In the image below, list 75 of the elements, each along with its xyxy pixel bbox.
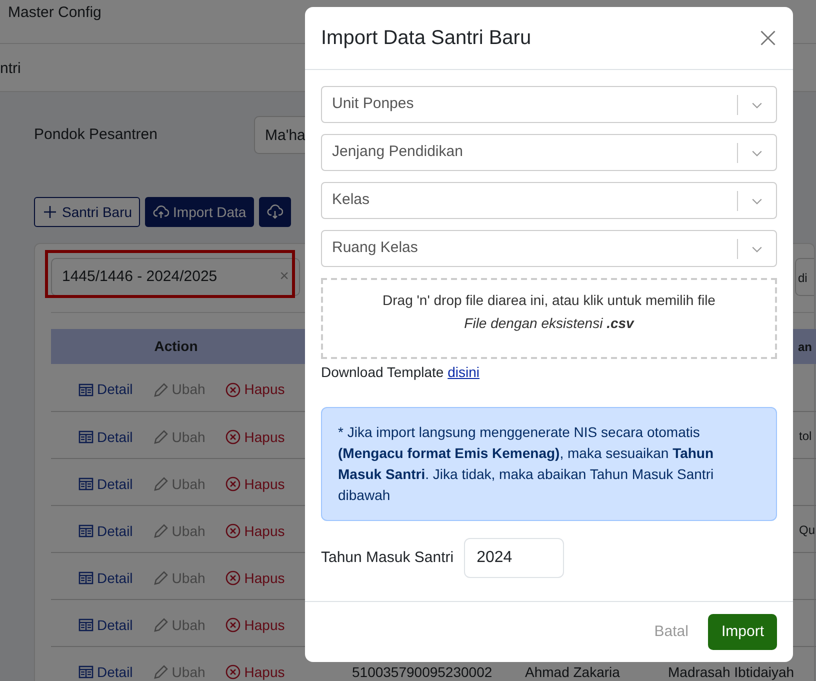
delete-link[interactable]: Hapus [225,379,285,400]
file-type-hint: File dengan eksistensi .csv [463,314,636,333]
pencil-icon [152,570,169,586]
download-link[interactable]: disini [448,364,480,380]
info-alert: * Jika import langsung menggenerate NIS secara otomatis (Mengacu format Emis Kemenag), maka sesuaikan Tahun Masuk Santri. Jika tidak, maka abaikan Tahun Masuk Santri dibawah [321,407,777,521]
import-button[interactable]: Import [708,614,777,650]
clear-icon: × [280,265,289,289]
detail-link[interactable]: Detail [78,474,133,494]
circle-x-icon [225,664,242,680]
pencil-icon [152,617,169,633]
file-dropzone[interactable]: Drag 'n' drop file diarea ini, atau klik untuk memilih file File dengan eksistensi .csv [321,278,777,359]
cloud-download-icon [267,204,284,220]
cloud-upload-icon [153,204,170,220]
table-icon [78,617,94,633]
detail-link[interactable]: Detail [78,379,133,400]
pencil-icon [152,429,169,445]
detail-link[interactable]: Detail [78,426,133,448]
breadcrumb-text: ntri [0,60,21,77]
table-cell: Qu [797,505,816,552]
edit-link[interactable]: Ubah [152,474,206,494]
delete-link[interactable]: Hapus [225,520,285,542]
circle-x-icon [225,523,242,539]
table-cell: tol [797,411,816,458]
table-icon [78,523,94,539]
pencil-icon [152,664,169,680]
edit-link[interactable]: Ubah [152,520,206,542]
pencil-icon [152,476,169,492]
plus-icon [42,204,58,220]
edit-link[interactable]: Ubah [152,426,206,448]
circle-x-icon [225,382,242,398]
table-icon [78,382,94,398]
delete-link[interactable]: Hapus [225,426,285,448]
year-select[interactable]: 1445/1446 - 2024/2025 × [51,258,300,296]
filter-select[interactable]: di [795,258,814,296]
field-label: Tahun Masuk Santri [321,548,454,568]
circle-x-icon [225,570,242,586]
year-input[interactable]: 2024 [464,538,564,578]
cancel-button[interactable]: Batal [654,614,688,650]
toolbar-button[interactable]: Import Data [145,197,254,227]
filter-label: Pondok Pesantren [34,124,158,145]
table-icon [78,429,94,445]
circle-x-icon [225,476,242,492]
dropdown-field[interactable]: Ruang Kelas [321,230,777,267]
icon-button[interactable] [259,197,292,227]
circle-x-icon [225,617,242,633]
column-header: Action [51,329,301,364]
download-text: Download Template [321,364,444,380]
dropdown-field[interactable]: Jenjang Pendidikan [321,134,777,171]
edit-link[interactable]: Ubah [152,568,206,588]
dropzone-text: Drag 'n' drop file diarea ini, atau klik untuk memilih file [382,291,716,310]
delete-link[interactable]: Hapus [225,662,285,681]
toolbar-button[interactable]: Santri Baru [34,197,140,227]
select-value: 1445/1446 - 2024/2025 [62,266,218,287]
close-icon [759,28,777,47]
delete-link[interactable]: Hapus [225,614,285,636]
detail-link[interactable]: Detail [78,568,133,588]
column-header: an [797,329,816,364]
edit-link[interactable]: Ubah [152,614,206,636]
circle-x-icon [225,429,242,445]
delete-link[interactable]: Hapus [225,568,285,588]
table-icon [78,570,94,586]
detail-link[interactable]: Detail [78,662,133,681]
edit-link[interactable]: Ubah [152,662,206,681]
detail-link[interactable]: Detail [78,520,133,542]
dropdown-field[interactable]: Kelas [321,182,777,219]
dropdown-field[interactable]: Unit Ponpes [321,86,777,123]
delete-link[interactable]: Hapus [225,474,285,494]
modal-title: Import Data Santri Baru [321,26,532,51]
table-icon [78,476,94,492]
pencil-icon [152,382,169,398]
table-icon [78,664,94,680]
page-title: Master Config [8,4,102,21]
detail-link[interactable]: Detail [78,614,133,636]
pencil-icon [152,523,169,539]
edit-link[interactable]: Ubah [152,379,206,400]
